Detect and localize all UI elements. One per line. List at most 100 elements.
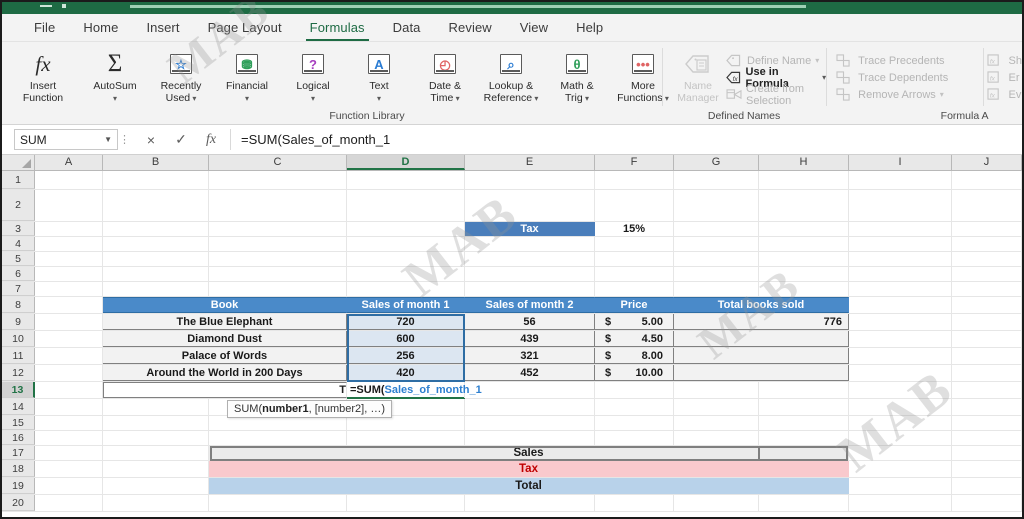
row-header-20[interactable]: 20	[2, 495, 35, 511]
table-cell-book[interactable]: Diamond Dust	[103, 331, 347, 347]
grid-cell[interactable]	[209, 416, 347, 430]
grid-cell[interactable]	[849, 222, 952, 236]
tab-help[interactable]: Help	[562, 16, 617, 39]
row-header-4[interactable]: 4	[2, 237, 35, 251]
grid-cell[interactable]	[952, 237, 1022, 251]
grid-cell[interactable]	[849, 446, 952, 460]
grid-cell[interactable]	[35, 431, 103, 445]
grid-cell[interactable]	[35, 382, 103, 398]
tax-value-cell[interactable]: 15%	[595, 222, 674, 236]
table-cell-total[interactable]	[674, 348, 849, 364]
grid-cell[interactable]	[35, 446, 103, 460]
insert-function-button[interactable]: fx Insert Function	[12, 46, 74, 124]
grid-cell[interactable]	[347, 237, 465, 251]
grid-cell[interactable]	[849, 282, 952, 296]
grid-cell[interactable]	[209, 237, 347, 251]
grid-cell[interactable]	[103, 190, 209, 221]
grid-cell[interactable]	[674, 190, 759, 221]
grid-cell[interactable]	[35, 461, 103, 477]
row-header-7[interactable]: 7	[2, 282, 35, 296]
table-header-price[interactable]: Price	[595, 297, 674, 313]
table-cell-month2[interactable]: 452	[465, 365, 595, 381]
table-cell-book[interactable]: Palace of Words	[103, 348, 347, 364]
grid-cell[interactable]	[35, 331, 103, 347]
grid-cell[interactable]	[103, 446, 209, 460]
select-all-corner[interactable]	[2, 155, 35, 170]
grid-cell[interactable]	[849, 171, 952, 189]
grid-cell[interactable]	[35, 237, 103, 251]
row-header-17[interactable]: 17	[2, 446, 35, 460]
grid-cell[interactable]	[952, 495, 1022, 511]
grid-cell[interactable]	[103, 252, 209, 266]
grid-cell[interactable]	[849, 314, 952, 330]
grid-cell[interactable]	[35, 399, 103, 415]
grid-cell[interactable]	[759, 222, 849, 236]
create-from-selection-button[interactable]: Create from Selection	[726, 83, 826, 107]
error-checking-button[interactable]: fx Er	[986, 69, 1022, 86]
tax-label-cell[interactable]: Tax	[465, 222, 595, 236]
grid-cell[interactable]	[347, 267, 465, 281]
row-header-11[interactable]: 11	[2, 348, 35, 364]
grid-cell[interactable]	[209, 171, 347, 189]
grid-cell[interactable]	[103, 461, 209, 477]
tab-data[interactable]: Data	[379, 16, 435, 39]
grid-cell[interactable]	[952, 252, 1022, 266]
cancel-formula-button[interactable]: ×	[144, 132, 158, 148]
grid-cell[interactable]	[595, 171, 674, 189]
row-header-16[interactable]: 16	[2, 431, 35, 445]
table-cell-month2[interactable]: 56	[465, 314, 595, 330]
table-header-book[interactable]: Book	[103, 297, 347, 313]
row-header-6[interactable]: 6	[2, 267, 35, 281]
table-cell-month1[interactable]: 600	[347, 331, 465, 347]
grid-cell[interactable]	[849, 461, 952, 477]
grid-cell[interactable]	[759, 237, 849, 251]
grid-cell[interactable]	[952, 348, 1022, 364]
grid-cell[interactable]	[849, 495, 952, 511]
grid-cell[interactable]	[35, 365, 103, 381]
table-cell-month2[interactable]: 439	[465, 331, 595, 347]
grid-cell[interactable]	[35, 171, 103, 189]
grid-cell[interactable]	[103, 431, 209, 445]
tab-page-layout[interactable]: Page Layout	[194, 16, 296, 39]
grid-cell[interactable]	[209, 190, 347, 221]
grid-cell[interactable]	[674, 399, 759, 415]
grid-cell[interactable]	[103, 171, 209, 189]
grid-cell[interactable]	[35, 222, 103, 236]
grid-cell[interactable]	[849, 190, 952, 221]
grid-cell[interactable]	[465, 171, 595, 189]
grid-cell[interactable]	[674, 252, 759, 266]
grid-cell[interactable]	[759, 282, 849, 296]
grid-cell[interactable]	[465, 237, 595, 251]
row-header-19[interactable]: 19	[2, 478, 35, 494]
summary-band-tax[interactable]: Tax	[209, 461, 849, 477]
column-header-J[interactable]: J	[952, 155, 1022, 170]
table-cell-month2[interactable]: 321	[465, 348, 595, 364]
column-header-E[interactable]: E	[465, 155, 595, 170]
table-cell-month1[interactable]: 256	[347, 348, 465, 364]
remove-arrows-button[interactable]: Remove Arrows ▾	[836, 86, 948, 103]
grid-cell[interactable]	[952, 171, 1022, 189]
column-header-H[interactable]: H	[759, 155, 849, 170]
grid-cell[interactable]	[674, 431, 759, 445]
grid-cell[interactable]	[952, 478, 1022, 494]
grid-cell[interactable]	[35, 190, 103, 221]
grid-cell[interactable]	[209, 222, 347, 236]
formula-input[interactable]: =SUM(Sales_of_month_1	[230, 129, 1018, 150]
table-cell-month1[interactable]: 720	[347, 314, 465, 330]
grid-cell[interactable]	[595, 382, 674, 398]
column-header-I[interactable]: I	[849, 155, 952, 170]
grid-cell[interactable]	[347, 416, 465, 430]
grid-cell[interactable]	[103, 222, 209, 236]
table-cell-total[interactable]: 776	[674, 314, 849, 330]
grid-cell[interactable]	[35, 252, 103, 266]
column-header-G[interactable]: G	[674, 155, 759, 170]
row-header-2[interactable]: 2	[2, 190, 35, 221]
grid-cell[interactable]	[849, 252, 952, 266]
chevron-down-icon[interactable]: ▾	[245, 94, 249, 103]
grid-cell[interactable]	[209, 267, 347, 281]
grid-cell[interactable]	[595, 431, 674, 445]
grid-cell[interactable]	[35, 297, 103, 313]
table-cell-book[interactable]: The Blue Elephant	[103, 314, 347, 330]
tab-review[interactable]: Review	[435, 16, 506, 39]
grid-cell[interactable]	[759, 495, 849, 511]
